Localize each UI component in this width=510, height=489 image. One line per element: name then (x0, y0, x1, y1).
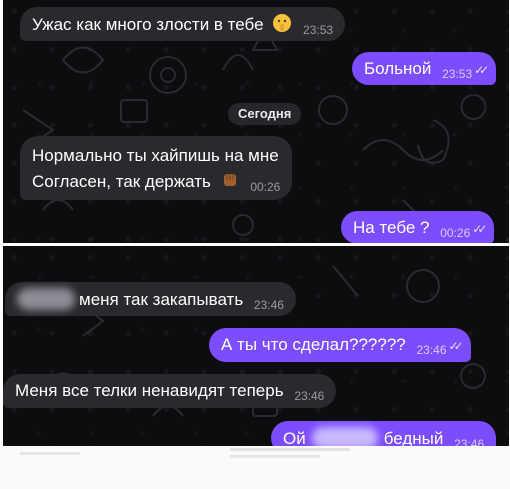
blurred-text-line (20, 452, 80, 455)
chat-screenshot-bottom: меня так закапывать 23:46 А ты что сдела… (3, 246, 509, 446)
message-incoming[interactable]: Ужас как много злости в тебе 23:53 (20, 7, 346, 41)
message-incoming[interactable]: Нормально ты хайпишь на мне Согласен, та… (20, 136, 293, 200)
shushing-face-emoji-icon (272, 13, 292, 38)
read-checkmarks-icon: ✓✓ (448, 339, 464, 353)
message-outgoing[interactable]: А ты что сделал?????? 23:46 ✓✓ (209, 328, 471, 362)
message-text-line: Нормально ты хайпишь на мне (32, 146, 279, 165)
message-time: 23:46 (253, 298, 284, 312)
message-text: Меня все телки ненавидят теперь (15, 381, 284, 400)
raised-fist-emoji-icon (220, 170, 240, 195)
date-separator: Сегодня (228, 103, 302, 125)
redacted-name (311, 427, 378, 446)
read-checkmarks-icon: ✓✓ (472, 222, 487, 236)
message-outgoing[interactable]: На тебе ? 00:26 ✓✓ (341, 211, 495, 243)
message-outgoing[interactable]: Ой бедный 23:46 (271, 421, 497, 446)
message-text: На тебе ? (353, 218, 430, 237)
message-time: 00:26 (440, 226, 471, 240)
message-text: Ужас как много злости в тебе (32, 15, 264, 34)
message-text: Ой (283, 429, 306, 446)
message-text: меня так закапывать (79, 290, 244, 309)
message-time: 23:46 (454, 437, 485, 446)
read-checkmarks-icon: ✓✓ (474, 63, 489, 77)
message-text: Больной (364, 59, 432, 78)
redacted-name (17, 288, 75, 310)
message-time: 00:26 (250, 180, 281, 194)
message-outgoing[interactable]: Больной 23:53 ✓✓ (352, 52, 497, 85)
cropped-background-strip (0, 446, 510, 489)
chat-screenshot-top: Ужас как много злости в тебе 23:53 Больн… (3, 0, 509, 243)
blurred-text-line (230, 448, 350, 451)
message-incoming[interactable]: меня так закапывать 23:46 (5, 282, 296, 316)
blurred-text-line (230, 455, 320, 458)
message-text: А ты что сделал?????? (221, 335, 406, 354)
message-time: 23:53 (303, 23, 334, 37)
message-text: бедный (383, 429, 444, 446)
message-time: 23:46 (416, 343, 447, 357)
message-incoming[interactable]: Меня все телки ненавидят теперь 23:46 (3, 374, 337, 408)
message-time: 23:53 (442, 67, 473, 81)
message-time: 23:46 (294, 389, 325, 403)
message-text-line: Согласен, так держать (32, 172, 211, 191)
